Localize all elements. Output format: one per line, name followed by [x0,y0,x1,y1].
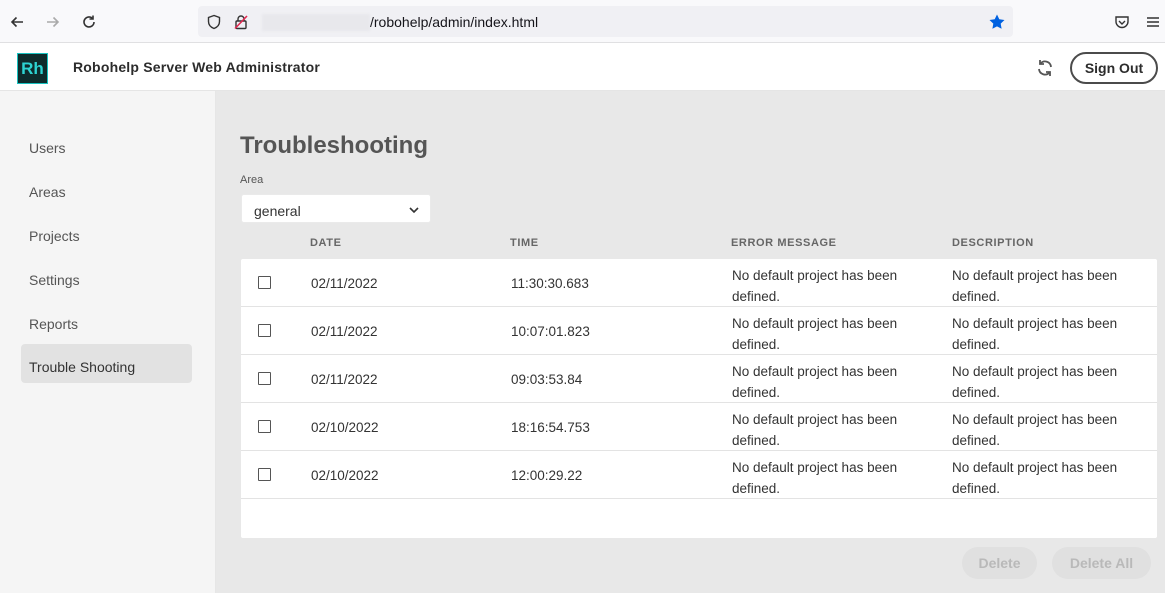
page-title: Troubleshooting [240,132,428,159]
app-title: Robohelp Server Web Administrator [73,59,320,75]
cell-time: 09:03:53.84 [511,372,583,387]
pocket-icon[interactable] [1110,10,1134,34]
table-row: 02/11/2022 10:07:01.823 No default proje… [241,307,1157,355]
cell-date: 02/11/2022 [311,276,378,291]
cell-date: 02/10/2022 [311,468,379,483]
shield-icon[interactable] [202,10,226,34]
table-row: 02/11/2022 09:03:53.84 No default projec… [241,355,1157,403]
app-header: Rh Robohelp Server Web Administrator Sig… [0,43,1165,91]
cell-description: No default project has been defined. [952,412,1118,448]
area-dropdown[interactable]: general [241,194,431,223]
chevron-down-icon [408,203,420,221]
sign-out-button[interactable]: Sign Out [1070,52,1158,84]
cell-error-message: No default project has been defined. [732,412,898,448]
cell-date: 02/11/2022 [311,372,378,387]
cell-time: 10:07:01.823 [511,324,590,339]
row-checkbox[interactable] [258,372,271,385]
sidebar-item-reports[interactable]: Reports [29,316,78,332]
cell-description: No default project has been defined. [952,316,1118,352]
cell-error-message: No default project has been defined. [732,364,898,400]
redacted-host [262,14,370,31]
cell-error-message: No default project has been defined. [732,460,898,496]
sidebar: Users Areas Projects Settings Reports Tr… [0,91,216,593]
cell-error-message: No default project has been defined. [732,316,898,352]
table-row: 02/11/2022 11:30:30.683 No default proje… [241,259,1157,307]
sidebar-item-areas[interactable]: Areas [29,184,66,200]
cell-error-message: No default project has been defined. [732,268,898,304]
cell-date: 02/10/2022 [311,420,379,435]
delete-all-button[interactable]: Delete All [1052,547,1151,579]
sidebar-item-projects[interactable]: Projects [29,228,80,244]
row-checkbox[interactable] [258,468,271,481]
menu-icon[interactable] [1141,10,1165,34]
column-header-error-message: ERROR MESSAGE [731,237,837,249]
row-checkbox[interactable] [258,420,271,433]
log-table: 02/11/2022 11:30:30.683 No default proje… [241,259,1157,538]
cell-time: 12:00:29.22 [511,468,583,483]
delete-button[interactable]: Delete [962,547,1037,579]
column-header-date: DATE [310,237,342,249]
cell-time: 11:30:30.683 [511,276,589,291]
robohelp-logo: Rh [17,53,48,84]
column-header-time: TIME [510,237,539,249]
area-label: Area [240,174,264,186]
sidebar-item-users[interactable]: Users [29,140,66,156]
cell-description: No default project has been defined. [952,268,1118,304]
cell-description: No default project has been defined. [952,364,1118,400]
reload-icon[interactable] [77,10,101,34]
row-checkbox[interactable] [258,324,271,337]
sidebar-item-settings[interactable]: Settings [29,272,80,288]
cell-date: 02/11/2022 [311,324,378,339]
table-row: 02/10/2022 12:00:29.22 No default projec… [241,451,1157,499]
table-row: 02/10/2022 18:16:54.753 No default proje… [241,403,1157,451]
area-selected-value: general [254,203,301,219]
back-icon[interactable] [5,10,29,34]
sidebar-item-label: Trouble Shooting [29,359,136,375]
url-text: /robohelp/admin/index.html [370,14,539,30]
cell-time: 18:16:54.753 [511,420,590,435]
refresh-icon[interactable] [1032,55,1058,81]
forward-icon[interactable] [41,10,65,34]
cell-description: No default project has been defined. [952,460,1118,496]
row-checkbox[interactable] [258,276,271,289]
bookmark-star-icon[interactable] [985,10,1009,34]
insecure-lock-icon[interactable] [229,10,253,34]
browser-toolbar: /robohelp/admin/index.html [0,0,1165,43]
column-header-description: DESCRIPTION [952,237,1034,249]
